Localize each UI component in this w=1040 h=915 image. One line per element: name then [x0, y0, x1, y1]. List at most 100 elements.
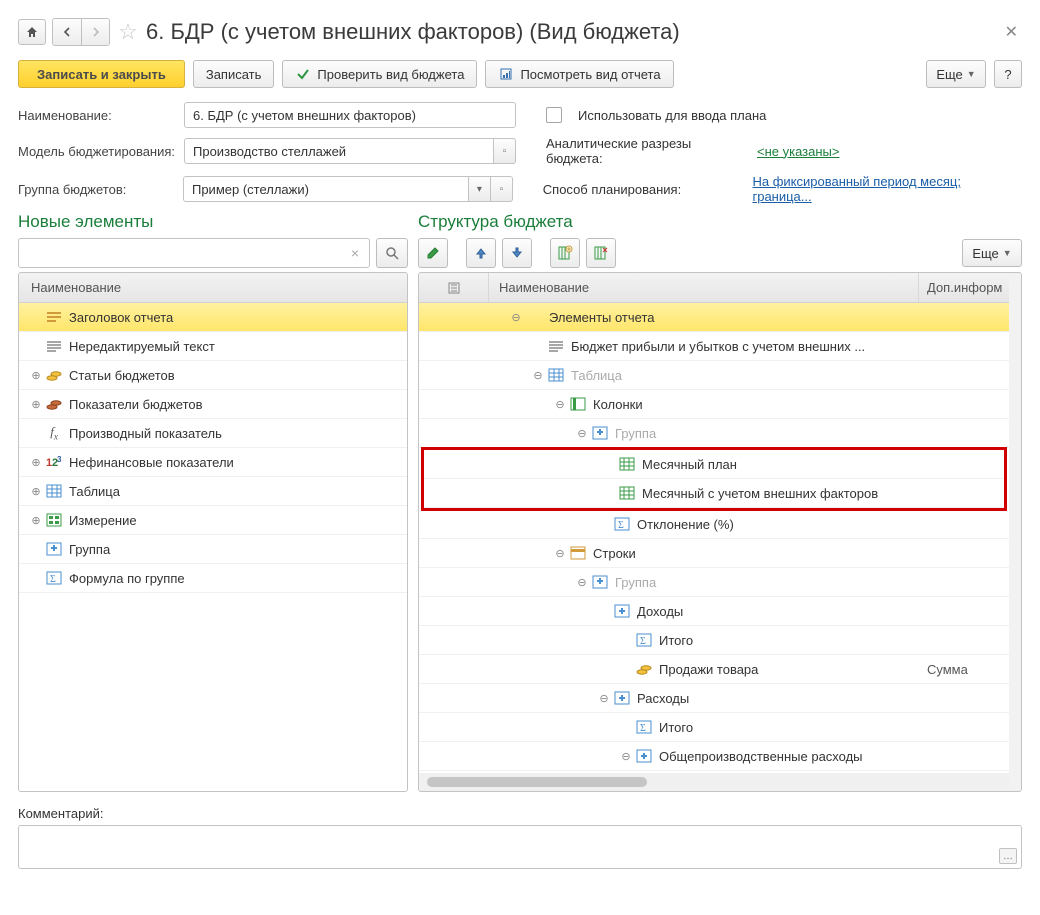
name-input[interactable]: 6. БДР (с учетом внешних факторов) [184, 102, 516, 128]
group-icon [589, 575, 611, 589]
search-button[interactable] [376, 238, 408, 268]
svg-text:3: 3 [57, 455, 62, 464]
planning-link[interactable]: На фиксированный период месяц; граница..… [752, 174, 1022, 204]
move-down-button[interactable] [502, 238, 532, 268]
help-button[interactable]: ? [994, 60, 1022, 88]
measure-icon [43, 513, 65, 527]
left-tree-item[interactable]: fx Производный показатель [19, 419, 407, 448]
tree-item-label: Таблица [65, 484, 120, 499]
coins1-icon [43, 368, 65, 382]
view-report-button[interactable]: Посмотреть вид отчета [485, 60, 673, 88]
grid-item-label: Бюджет прибыли и убытков с учетом внешни… [567, 339, 865, 354]
left-tree-item[interactable]: Нередактируемый текст [19, 332, 407, 361]
text-icon [545, 340, 567, 352]
grid-row[interactable]: ⊖ Таблица [419, 361, 1009, 390]
check-budget-button[interactable]: Проверить вид бюджета [282, 60, 477, 88]
grid-row[interactable]: Месячный с учетом внешних факторов [424, 479, 1004, 508]
save-button[interactable]: Записать [193, 60, 275, 88]
grid-row[interactable]: Месячный план [424, 450, 1004, 479]
left-tree-item[interactable]: Группа [19, 535, 407, 564]
left-tree-item[interactable]: ⊕ Показатели бюджетов [19, 390, 407, 419]
left-tree-item[interactable]: ⊕ Таблица [19, 477, 407, 506]
search-input[interactable]: × [18, 238, 370, 268]
grid-row[interactable]: ⊖ Общепроизводственные расходы [419, 742, 1009, 771]
group-plus-icon [611, 604, 633, 618]
left-tree-item[interactable]: Σ Формула по группе [19, 564, 407, 593]
grid-item-label: Колонки [589, 397, 643, 412]
tree-item-label: Заголовок отчета [65, 310, 173, 325]
formula-icon: Σ [633, 720, 655, 734]
check-icon [295, 66, 311, 82]
left-tree-item[interactable]: ⊕ Измерение [19, 506, 407, 535]
group-label: Группа бюджетов: [18, 182, 177, 197]
grid-item-label: Продажи товара [655, 662, 758, 677]
grid-item-label: Месячный с учетом внешних факторов [638, 486, 878, 501]
expand-icon[interactable]: ⊖ [509, 311, 523, 324]
expand-icon[interactable]: ⊖ [553, 547, 567, 560]
horizontal-scrollbar[interactable] [419, 773, 1009, 791]
grid-row[interactable]: Σ Отклонение (%) [419, 510, 1009, 539]
comment-expand-button[interactable]: … [999, 848, 1017, 864]
grid-row[interactable]: ⊖ Элементы отчета [419, 303, 1009, 332]
expand-icon[interactable]: ⊕ [29, 369, 43, 382]
add-column-button[interactable] [550, 238, 580, 268]
grid-row[interactable]: ⊖ Строки [419, 539, 1009, 568]
grid-row[interactable]: ⊖ Расходы [419, 684, 1009, 713]
grid-item-label: Расходы [633, 691, 689, 706]
expand-icon[interactable]: ⊕ [29, 398, 43, 411]
star-icon[interactable]: ☆ [116, 20, 140, 44]
more-button[interactable]: Еще▼ [926, 60, 986, 88]
formula-icon: Σ [43, 571, 65, 585]
header-icon [43, 311, 65, 323]
group-dropdown-button[interactable]: ▾ [469, 176, 491, 202]
group-plus-icon [633, 749, 655, 763]
svg-text:Σ: Σ [50, 574, 56, 585]
expand-icon[interactable]: ⊕ [29, 485, 43, 498]
expand-icon[interactable]: ⊖ [553, 398, 567, 411]
delete-column-button[interactable] [586, 238, 616, 268]
left-tree-item[interactable]: ⊕ 123 Нефинансовые показатели [19, 448, 407, 477]
tree-item-label: Нефинансовые показатели [65, 455, 234, 470]
tree-item-label: Нередактируемый текст [65, 339, 215, 354]
expand-icon[interactable]: ⊖ [597, 692, 611, 705]
grid-item-label: Отклонение (%) [633, 517, 734, 532]
expand-icon[interactable]: ⊕ [29, 456, 43, 469]
expand-icon[interactable]: ⊖ [575, 427, 589, 440]
comment-input[interactable]: … [18, 825, 1022, 869]
grid-row[interactable]: Σ Итого [419, 626, 1009, 655]
home-button[interactable] [18, 19, 46, 45]
save-and-close-button[interactable]: Записать и закрыть [18, 60, 185, 88]
name-label: Наименование: [18, 108, 178, 123]
model-open-button[interactable]: ▫ [494, 138, 516, 164]
grid-row[interactable]: ⊖ Группа [419, 568, 1009, 597]
fx-icon: fx [43, 424, 65, 442]
grid-row[interactable]: ⊖ Колонки [419, 390, 1009, 419]
grid-row[interactable]: ⊖ Группа [419, 419, 1009, 448]
vertical-scrollbar[interactable] [1009, 273, 1021, 791]
close-button[interactable]: ✕ [1001, 22, 1022, 42]
move-up-button[interactable] [466, 238, 496, 268]
grid-item-label: Общепроизводственные расходы [655, 749, 863, 764]
tree-item-label: Группа [65, 542, 110, 557]
forward-button[interactable] [81, 19, 109, 45]
expand-icon[interactable]: ⊖ [575, 576, 589, 589]
grid-row[interactable]: Продажи товара Сумма [419, 655, 1009, 684]
analytics-link[interactable]: <не указаны> [757, 144, 839, 159]
expand-icon[interactable]: ⊕ [29, 514, 43, 527]
group-input[interactable]: Пример (стеллажи) [183, 176, 469, 202]
clear-search-icon[interactable]: × [345, 245, 365, 261]
back-button[interactable] [53, 19, 81, 45]
edit-button[interactable] [418, 238, 448, 268]
group-open-button[interactable]: ▫ [491, 176, 513, 202]
grid-row[interactable]: Доходы [419, 597, 1009, 626]
grid-row[interactable]: Σ Итого [419, 713, 1009, 742]
grid-row[interactable]: Бюджет прибыли и убытков с учетом внешни… [419, 332, 1009, 361]
expand-icon[interactable]: ⊖ [619, 750, 633, 763]
page-title: 6. БДР (с учетом внешних факторов) (Вид … [146, 19, 680, 45]
model-input[interactable]: Производство стеллажей [184, 138, 494, 164]
right-more-button[interactable]: Еще▼ [962, 239, 1022, 267]
use-for-plan-checkbox[interactable] [546, 107, 562, 123]
expand-icon[interactable]: ⊖ [531, 369, 545, 382]
left-tree-item[interactable]: ⊕ Статьи бюджетов [19, 361, 407, 390]
left-tree-item[interactable]: Заголовок отчета [19, 303, 407, 332]
